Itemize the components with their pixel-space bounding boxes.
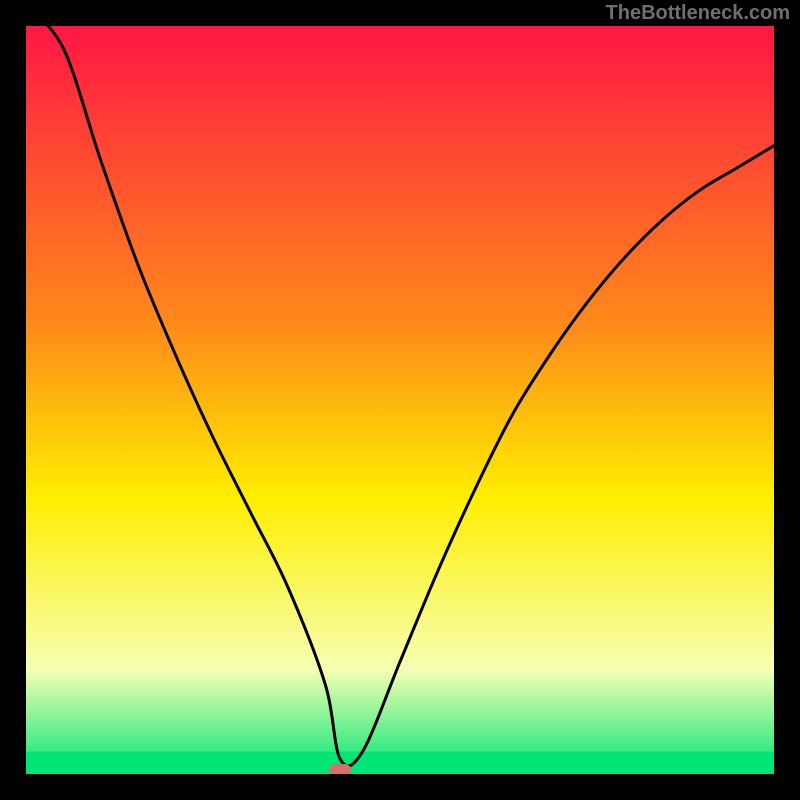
chart-container: TheBottleneck.com: [0, 0, 800, 800]
optimum-marker: [329, 764, 351, 774]
plot-svg: [26, 26, 774, 774]
plot-area: [26, 26, 774, 774]
watermark-text: TheBottleneck.com: [606, 2, 790, 25]
green-band: [26, 752, 774, 774]
